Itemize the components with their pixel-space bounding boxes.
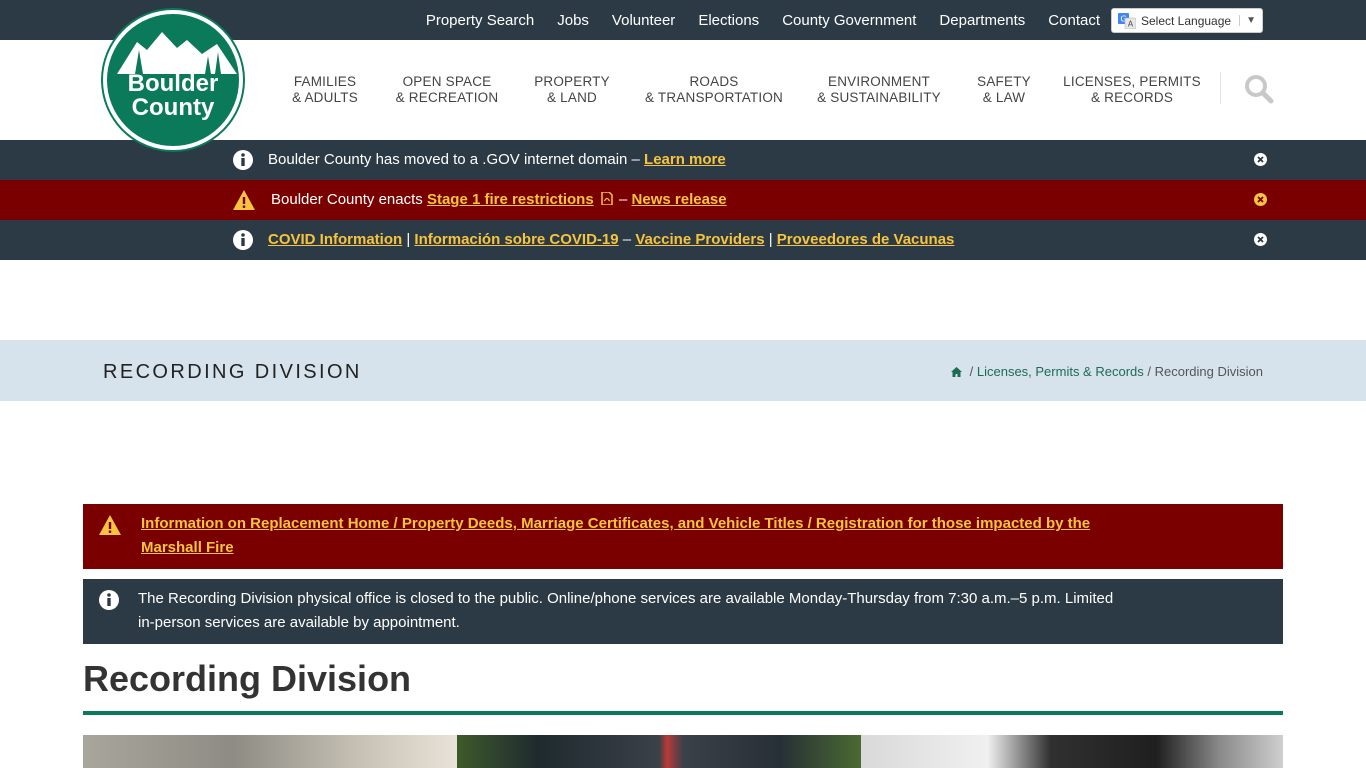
covid-info-link[interactable]: COVID Information xyxy=(268,231,402,248)
home-icon[interactable] xyxy=(951,366,963,377)
utility-link-county-government[interactable]: County Government xyxy=(782,12,916,29)
nav-families-adults[interactable]: FAMILIES & ADULTS xyxy=(272,74,378,106)
page-heading: Recording Division xyxy=(83,658,412,699)
covid-sep-3: | xyxy=(764,231,777,248)
page-title: RECORDING DIVISION xyxy=(103,361,362,383)
nav-label-line1: PROPERTY xyxy=(534,74,610,89)
alert-fire-restrictions: Boulder County enacts Stage 1 fire restr… xyxy=(0,180,1366,220)
logo-text-county: County xyxy=(131,94,215,121)
nav-licenses-permits-records[interactable]: LICENSES, PERMITS & RECORDS xyxy=(1050,74,1214,106)
nav-safety-law[interactable]: SAFETY & LAW xyxy=(958,74,1050,106)
nav-environment-sustainability[interactable]: ENVIRONMENT & SUSTAINABILITY xyxy=(800,74,958,106)
nav-roads-transportation[interactable]: ROADS & TRANSPORTATION xyxy=(628,74,800,106)
marshall-fire-info-link[interactable]: Information on Replacement Home / Proper… xyxy=(141,515,1090,556)
nav-label-line2: & RECORDS xyxy=(1090,90,1174,105)
chevron-down-icon: ▼ xyxy=(1239,15,1262,26)
utility-nav: Property Search Jobs Volunteer Elections… xyxy=(403,0,1100,40)
alert-fire-dash: – xyxy=(614,191,632,208)
boulder-county-logo[interactable]: Boulder County xyxy=(103,10,243,150)
photo-document-signing xyxy=(83,735,457,768)
nav-label-line1: ENVIRONMENT xyxy=(828,74,930,89)
heading-rule xyxy=(83,711,1283,715)
close-icon[interactable] xyxy=(1254,153,1267,166)
language-label: Select Language xyxy=(1141,13,1232,28)
nav-label-line1: OPEN SPACE xyxy=(402,74,492,89)
alert-gov-text: Boulder County has moved to a .GOV inter… xyxy=(268,151,726,168)
breadcrumb-separator: / xyxy=(966,364,977,379)
nav-label-line2: & SUSTAINABILITY xyxy=(817,90,941,105)
alert-covid: COVID Information | Información sobre CO… xyxy=(0,220,1366,260)
close-icon[interactable] xyxy=(1254,233,1267,246)
stage1-fire-link[interactable]: Stage 1 fire restrictions xyxy=(427,191,594,208)
pdf-icon xyxy=(601,191,613,206)
nav-label-line1: FAMILIES xyxy=(293,74,357,89)
breadcrumb-separator: / xyxy=(1143,364,1155,379)
alert-fire-text: Boulder County enacts Stage 1 fire restr… xyxy=(271,191,727,208)
notice-marshall-fire: Information on Replacement Home / Proper… xyxy=(83,504,1283,569)
vaccine-providers-link[interactable]: Vaccine Providers xyxy=(635,231,764,248)
nav-label-line2: & RECREATION xyxy=(395,90,499,105)
utility-link-volunteer[interactable]: Volunteer xyxy=(612,12,675,29)
warning-icon xyxy=(233,190,255,210)
learn-more-link[interactable]: Learn more xyxy=(644,151,726,168)
notice-office-closed: The Recording Division physical office i… xyxy=(83,579,1283,644)
vaccine-providers-es-link[interactable]: Proveedores de Vacunas xyxy=(777,231,955,248)
nav-label-line2: & ADULTS xyxy=(292,90,358,105)
alert-covid-text: COVID Information | Información sobre CO… xyxy=(268,231,954,248)
search-icon[interactable] xyxy=(1244,74,1274,104)
breadcrumb: / Licenses, Permits & Records / Recordin… xyxy=(951,364,1263,379)
page-title-band: RECORDING DIVISION / Licenses, Permits &… xyxy=(0,340,1366,401)
nav-open-space-recreation[interactable]: OPEN SPACE & RECREATION xyxy=(378,74,516,106)
nav-label-line1: LICENSES, PERMITS xyxy=(1063,74,1201,89)
alert-gov-domain: Boulder County has moved to a .GOV inter… xyxy=(0,140,1366,180)
nav-label-line2: & TRANSPORTATION xyxy=(645,90,783,105)
utility-link-departments[interactable]: Departments xyxy=(939,12,1025,29)
nav-label-line1: ROADS xyxy=(689,74,739,89)
utility-link-contact[interactable]: Contact xyxy=(1048,12,1100,29)
covid-info-es-link[interactable]: Información sobre COVID-19 xyxy=(414,231,618,248)
utility-link-property-search[interactable]: Property Search xyxy=(426,12,534,29)
breadcrumb-licenses-link[interactable]: Licenses, Permits & Records xyxy=(977,364,1144,379)
utility-link-jobs[interactable]: Jobs xyxy=(557,12,589,29)
nav-label-line1: SAFETY xyxy=(977,74,1031,89)
nav-label-line2: & LAW xyxy=(982,90,1026,105)
nav-divider xyxy=(1220,72,1221,104)
alert-fire-message: Boulder County enacts xyxy=(271,191,427,208)
photo-strip xyxy=(83,735,1283,768)
alert-gov-message: Boulder County has moved to a .GOV inter… xyxy=(268,151,645,168)
covid-sep-1: | xyxy=(402,231,415,248)
breadcrumb-current: Recording Division xyxy=(1154,364,1263,379)
photo-records-office xyxy=(861,735,1283,768)
language-selector[interactable]: G A Select Language ▼ xyxy=(1111,8,1263,33)
close-icon[interactable] xyxy=(1254,193,1267,206)
news-release-link[interactable]: News release xyxy=(632,191,727,208)
translate-icon: G A xyxy=(1118,12,1136,29)
nav-label-line2: & LAND xyxy=(547,90,597,105)
info-icon xyxy=(99,590,119,610)
logo-text-boulder: Boulder xyxy=(127,70,219,97)
main-nav: FAMILIES & ADULTS OPEN SPACE & RECREATION … xyxy=(272,40,1214,140)
mountain-skyline-icon xyxy=(117,32,237,74)
warning-icon xyxy=(99,515,121,535)
info-icon xyxy=(233,150,253,170)
utility-link-elections[interactable]: Elections xyxy=(698,12,759,29)
svg-text:A: A xyxy=(1128,19,1134,28)
nav-property-land[interactable]: PROPERTY & LAND xyxy=(516,74,628,106)
info-icon xyxy=(233,230,253,250)
covid-sep-2: – xyxy=(618,231,636,248)
office-closed-text: The Recording Division physical office i… xyxy=(138,590,1114,631)
photo-vehicle xyxy=(457,735,861,768)
